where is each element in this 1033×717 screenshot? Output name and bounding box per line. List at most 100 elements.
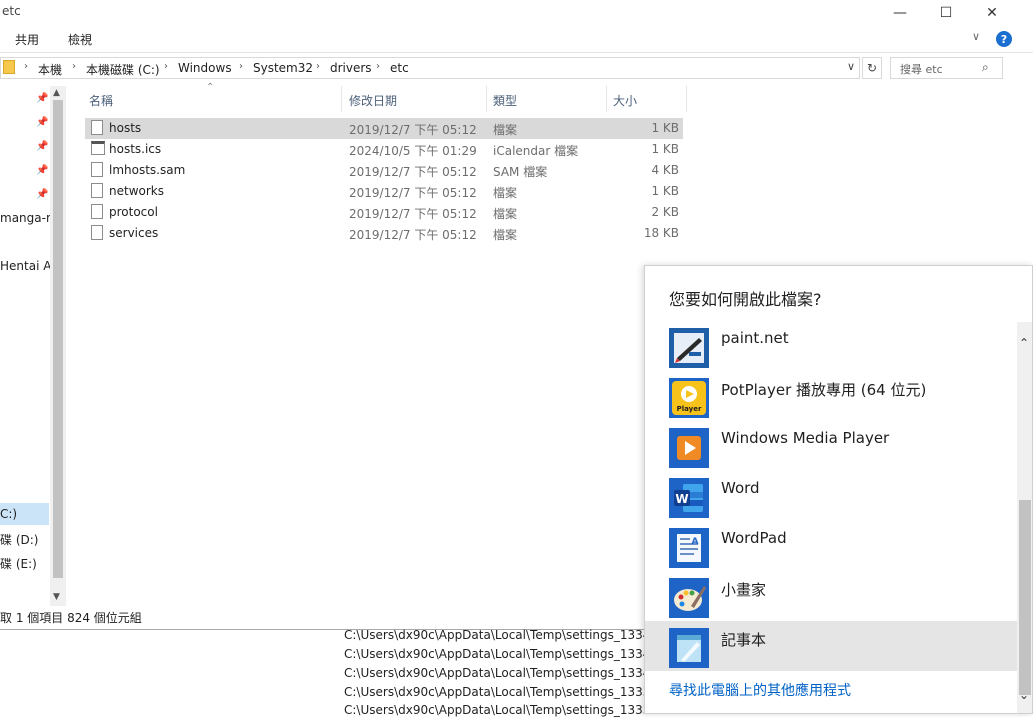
file-type: 檔案 (493, 123, 518, 137)
file-name: protocol (109, 205, 158, 219)
column-header-type[interactable]: 類型 (493, 92, 517, 109)
file-row[interactable]: hosts.ics 2024/10/5 下午 01:29 iCalendar 檔… (85, 139, 683, 160)
paint-icon (669, 578, 709, 618)
sort-up-icon: ⌃ (206, 82, 215, 93)
nav-item-e-drive[interactable]: 碟 (E:) (0, 555, 37, 572)
breadcrumb-sep-icon: › (316, 61, 320, 72)
nav-item-c-drive[interactable]: C:) (0, 507, 17, 521)
console-line: C:\Users\dx90c\AppData\Local\Temp\settin… (344, 666, 659, 680)
dialog-title: 您要如何開啟此檔案? (669, 290, 822, 309)
nav-scroll-thumb[interactable] (53, 100, 63, 578)
scroll-up-icon[interactable]: ▲ (53, 88, 60, 98)
notepad-icon (669, 628, 709, 668)
nav-item-manga[interactable]: manga-m (0, 211, 58, 225)
app-option-potplayer[interactable]: Player PotPlayer 播放專用 (64 位元) (645, 371, 1017, 421)
maximize-button[interactable]: ☐ (923, 0, 969, 26)
dialog-scroll-thumb[interactable] (1019, 500, 1031, 695)
address-dropdown-icon[interactable]: ∨ (847, 60, 855, 73)
search-icon[interactable]: ⌕ (982, 60, 989, 75)
column-divider[interactable] (486, 86, 487, 112)
app-option-notepad[interactable]: 記事本 (645, 621, 1017, 671)
column-divider[interactable] (606, 86, 607, 112)
file-row[interactable]: hosts 2019/12/7 下午 05:12 檔案 1 KB (85, 118, 683, 139)
word-icon: W (669, 478, 709, 518)
chevron-down-icon[interactable]: ⌄ (1019, 688, 1029, 702)
breadcrumb-drivers[interactable]: drivers (330, 61, 372, 75)
word-letter: W (675, 492, 688, 506)
wordpad-icon: A (669, 528, 709, 568)
breadcrumb-etc[interactable]: etc (390, 61, 409, 75)
app-option-media-player[interactable]: Windows Media Player (645, 421, 1017, 471)
column-divider[interactable] (341, 86, 342, 112)
file-name: hosts.ics (109, 142, 162, 156)
file-size: 2 KB (651, 205, 679, 219)
breadcrumb-sep-icon: › (24, 61, 28, 72)
chevron-up-icon[interactable]: ⌃ (1019, 336, 1029, 350)
breadcrumb-this-pc[interactable]: 本機 (38, 61, 62, 78)
file-date: 2019/12/7 下午 05:12 (349, 228, 477, 242)
file-date: 2019/12/7 下午 05:12 (349, 123, 477, 137)
close-button[interactable]: ✕ (969, 0, 1015, 26)
app-option-word[interactable]: W Word (645, 471, 1017, 521)
minimize-button[interactable]: — (877, 0, 923, 26)
app-option-paint[interactable]: 小畫家 (645, 571, 1017, 621)
calendar-file-icon (91, 141, 105, 155)
svg-text:A: A (692, 537, 699, 547)
breadcrumb-system32[interactable]: System32 (253, 61, 313, 75)
title-bar: etc — ☐ ✕ (0, 0, 1033, 26)
file-row[interactable]: networks 2019/12/7 下午 05:12 檔案 1 KB (85, 181, 683, 202)
app-option-wordpad[interactable]: A WordPad (645, 521, 1017, 571)
column-header-date[interactable]: 修改日期 (349, 92, 397, 109)
nav-item-d-drive[interactable]: 碟 (D:) (0, 531, 38, 548)
help-icon[interactable]: ? (996, 31, 1012, 47)
console-line: C:\Users\dx90c\AppData\Local\Temp\settin… (344, 685, 659, 699)
file-date: 2019/12/7 下午 05:12 (349, 165, 477, 179)
app-option-paintnet[interactable]: paint.net (645, 321, 1017, 371)
search-placeholder: 搜尋 etc (900, 63, 943, 76)
file-icon (91, 183, 103, 198)
pin-icon: 📌 (36, 165, 49, 176)
file-name: networks (109, 184, 164, 198)
paintnet-icon (669, 328, 709, 368)
menu-bar: 共用 檢視 (0, 26, 1033, 53)
file-row[interactable]: protocol 2019/12/7 下午 05:12 檔案 2 KB (85, 202, 683, 223)
refresh-icon[interactable]: ↻ (862, 57, 882, 79)
ribbon-toggle-icon[interactable]: ∨ (972, 30, 980, 43)
app-label: WordPad (721, 529, 787, 547)
more-apps-link[interactable]: 尋找此電腦上的其他應用程式 (669, 680, 851, 700)
media-player-icon (669, 428, 709, 468)
status-bar: 取 1 個項目 824 個位元組 (0, 611, 142, 625)
file-name: hosts (109, 121, 142, 135)
app-label: 小畫家 (721, 581, 767, 599)
file-icon (91, 225, 103, 240)
file-row[interactable]: lmhosts.sam 2019/12/7 下午 05:12 SAM 檔案 4 … (85, 160, 683, 181)
file-type: 檔案 (493, 207, 518, 221)
breadcrumb-c-drive[interactable]: 本機磁碟 (C:) (86, 61, 160, 78)
menu-share[interactable]: 共用 (15, 31, 39, 48)
file-size: 18 KB (643, 226, 679, 240)
column-header-size[interactable]: 大小 (613, 92, 637, 109)
pin-icon: 📌 (36, 93, 49, 104)
file-size: 1 KB (651, 121, 679, 135)
scroll-down-icon[interactable]: ▼ (53, 592, 60, 602)
app-label: Word (721, 479, 760, 497)
pin-icon: 📌 (36, 189, 49, 200)
menu-view[interactable]: 檢視 (68, 31, 92, 48)
file-name: services (109, 226, 159, 240)
file-date: 2019/12/7 下午 05:12 (349, 207, 477, 221)
file-date: 2019/12/7 下午 05:12 (349, 186, 477, 200)
potplayer-badge: Player (677, 405, 702, 413)
file-type: 檔案 (493, 228, 518, 242)
file-icon (91, 120, 103, 135)
column-divider[interactable] (686, 86, 687, 112)
file-row[interactable]: services 2019/12/7 下午 05:12 檔案 18 KB (85, 223, 683, 244)
breadcrumb-windows[interactable]: Windows (178, 61, 232, 75)
app-label: Windows Media Player (721, 429, 890, 447)
console-line: C:\Users\dx90c\AppData\Local\Temp\settin… (344, 628, 659, 642)
column-header-name[interactable]: 名稱 (89, 92, 113, 109)
file-type: SAM 檔案 (493, 165, 548, 179)
window-title: etc (2, 4, 21, 18)
app-label: paint.net (721, 329, 789, 347)
file-date: 2024/10/5 下午 01:29 (349, 144, 477, 158)
breadcrumb-sep-icon: › (376, 61, 380, 72)
